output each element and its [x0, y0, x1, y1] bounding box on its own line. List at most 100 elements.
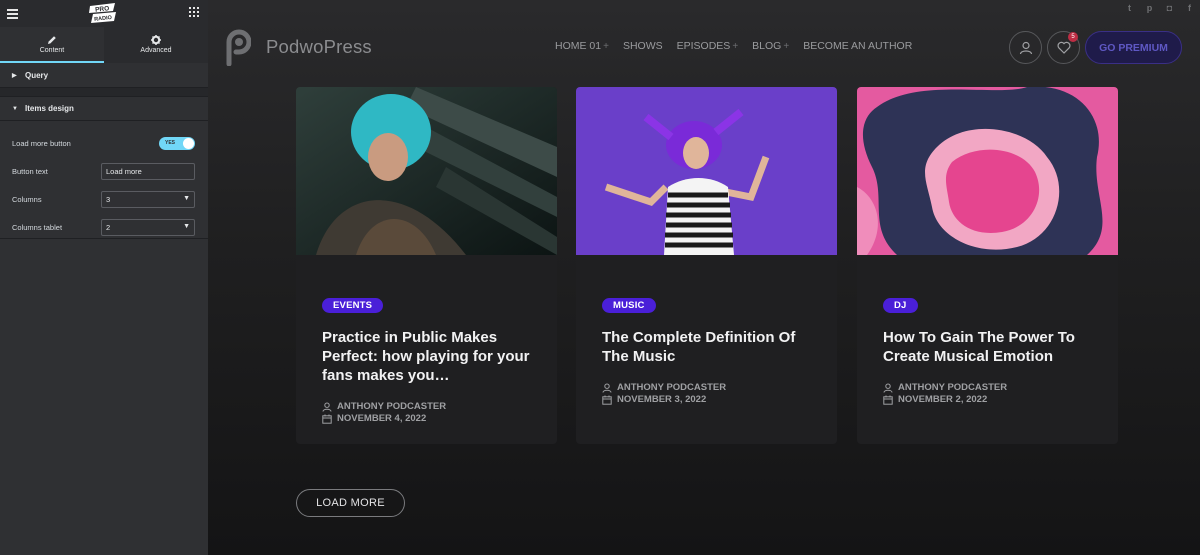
section-query-label: Query: [25, 70, 49, 80]
post-image-woman-dancing-purple[interactable]: [576, 87, 837, 255]
widgets-grid-icon[interactable]: [189, 7, 199, 17]
chevron-down-icon: ▼: [183, 194, 190, 202]
columns-select[interactable]: 3 ▼: [101, 190, 195, 208]
main-nav: HOME 01 + SHOWS EPISODES + BLOG + BECOME AN…: [555, 40, 926, 52]
user-icon: [322, 402, 332, 412]
plus-icon: +: [732, 41, 739, 52]
section-query[interactable]: ▶ Query: [0, 63, 208, 88]
control-button-text: Button text Load more: [12, 157, 195, 185]
post-author-row: ANTHONY PODCASTER: [883, 382, 1096, 394]
tab-content[interactable]: Content: [0, 27, 104, 63]
control-load-more: Load more button YES: [12, 129, 195, 157]
pro-radio-logo: PRO RADIO: [89, 3, 116, 23]
pinterest-icon[interactable]: p: [1144, 3, 1155, 13]
twitter-icon[interactable]: t: [1124, 3, 1135, 13]
user-icon: [602, 383, 612, 393]
calendar-icon: [602, 395, 612, 405]
hamburger-menu-icon[interactable]: [7, 9, 18, 19]
favorites-count-badge: 5: [1068, 32, 1078, 42]
go-premium-button[interactable]: GO PREMIUM: [1085, 31, 1182, 64]
toggle-knob: [183, 137, 194, 149]
post-date-row: NOVEMBER 2, 2022: [883, 394, 1096, 406]
site-preview: t p ◘ f PodwoPress HOME 01 + SHOWS EPISOD…: [208, 0, 1200, 555]
post-card[interactable]: DJ How To Gain The Power To Create Music…: [857, 87, 1118, 444]
nav-item-home[interactable]: HOME 01 +: [555, 40, 609, 52]
nav-item-episodes[interactable]: EPISODES +: [677, 40, 739, 52]
gear-icon: [151, 35, 161, 45]
site-brand[interactable]: PodwoPress: [225, 28, 372, 66]
post-title[interactable]: How To Gain The Power To Create Musical …: [883, 328, 1096, 366]
tab-advanced[interactable]: Advanced: [104, 27, 208, 63]
post-author[interactable]: ANTHONY PODCASTER: [337, 401, 446, 413]
post-date: NOVEMBER 3, 2022: [617, 394, 707, 405]
favorites-button[interactable]: 5: [1047, 31, 1080, 64]
svg-text:RADIO: RADIO: [94, 15, 113, 23]
post-card-body: MUSIC The Complete Definition Of The Mus…: [576, 260, 837, 406]
account-button[interactable]: [1009, 31, 1042, 64]
post-card[interactable]: EVENTS Practice in Public Makes Perfect:…: [296, 87, 557, 444]
nav-item-shows[interactable]: SHOWS: [623, 40, 663, 52]
button-text-label: Button text: [12, 166, 48, 176]
nav-item-become-author[interactable]: BECOME AN AUTHOR: [803, 40, 912, 52]
panel-tabs: Content Advanced: [0, 27, 208, 63]
category-tag[interactable]: DJ: [883, 298, 918, 313]
user-icon: [883, 383, 893, 393]
columns-tablet-select[interactable]: 2 ▼: [101, 218, 195, 236]
post-date: NOVEMBER 2, 2022: [898, 394, 988, 405]
section-gap: [0, 88, 208, 96]
brand-logo-icon: [226, 29, 251, 66]
calendar-icon: [322, 414, 332, 424]
editor-panel: PRO RADIO Content Advanced ▶ Query ▼ Ite…: [0, 0, 208, 555]
facebook-icon[interactable]: f: [1184, 3, 1195, 13]
post-meta: ANTHONY PODCASTER NOVEMBER 4, 2022: [322, 401, 535, 425]
calendar-icon: [883, 395, 893, 405]
brand-name: PodwoPress: [266, 36, 372, 57]
control-columns-tablet: Columns tablet 2 ▼: [12, 213, 195, 241]
nav-item-blog[interactable]: BLOG +: [752, 40, 789, 52]
post-date-row: NOVEMBER 4, 2022: [322, 413, 535, 425]
items-design-controls: Load more button YES Button text Load mo…: [0, 121, 208, 239]
post-image-woman-blue-hair[interactable]: [296, 87, 557, 255]
columns-label: Columns: [12, 194, 42, 204]
post-card[interactable]: MUSIC The Complete Definition Of The Mus…: [576, 87, 837, 444]
post-author-row: ANTHONY PODCASTER: [602, 382, 815, 394]
load-more-toggle[interactable]: YES: [159, 136, 195, 150]
post-date-row: NOVEMBER 3, 2022: [602, 394, 815, 406]
tab-advanced-label: Advanced: [140, 47, 172, 54]
post-card-body: EVENTS Practice in Public Makes Perfect:…: [296, 260, 557, 425]
plus-icon: +: [783, 41, 790, 52]
toggle-state-text: YES: [165, 139, 176, 146]
load-more-label: Load more button: [12, 138, 71, 148]
caret-down-icon: ▼: [12, 105, 18, 112]
post-meta: ANTHONY PODCASTER NOVEMBER 3, 2022: [602, 382, 815, 406]
plus-icon: +: [603, 41, 609, 52]
post-author[interactable]: ANTHONY PODCASTER: [898, 382, 1007, 394]
post-author-row: ANTHONY PODCASTER: [322, 401, 535, 413]
control-columns: Columns 3 ▼: [12, 185, 195, 213]
chevron-down-icon: ▼: [183, 222, 190, 230]
button-text-input[interactable]: Load more: [101, 162, 195, 180]
pencil-icon: [48, 36, 56, 44]
svg-text:PRO: PRO: [95, 5, 110, 13]
post-title[interactable]: The Complete Definition Of The Music: [602, 328, 815, 366]
user-icon: [1019, 41, 1032, 54]
post-card-body: DJ How To Gain The Power To Create Music…: [857, 260, 1118, 406]
post-image-abstract-pink-shapes[interactable]: [857, 87, 1118, 255]
social-icons: t p ◘ f: [1124, 3, 1195, 13]
category-tag[interactable]: MUSIC: [602, 298, 656, 313]
post-title[interactable]: Practice in Public Makes Perfect: how pl…: [322, 328, 535, 385]
post-date: NOVEMBER 4, 2022: [337, 413, 427, 424]
post-author[interactable]: ANTHONY PODCASTER: [617, 382, 726, 394]
heart-icon: [1057, 41, 1070, 54]
columns-tablet-value: 2: [106, 222, 111, 232]
category-tag[interactable]: EVENTS: [322, 298, 384, 313]
post-meta: ANTHONY PODCASTER NOVEMBER 2, 2022: [883, 382, 1096, 406]
load-more-button[interactable]: LOAD MORE: [296, 489, 405, 517]
columns-value: 3: [106, 194, 111, 204]
panel-header: PRO RADIO: [0, 0, 208, 27]
caret-right-icon: ▶: [12, 72, 17, 79]
instagram-icon[interactable]: ◘: [1164, 3, 1175, 13]
section-items-design[interactable]: ▼ Items design: [0, 96, 208, 121]
tab-content-label: Content: [39, 47, 65, 54]
section-items-design-label: Items design: [25, 104, 74, 113]
